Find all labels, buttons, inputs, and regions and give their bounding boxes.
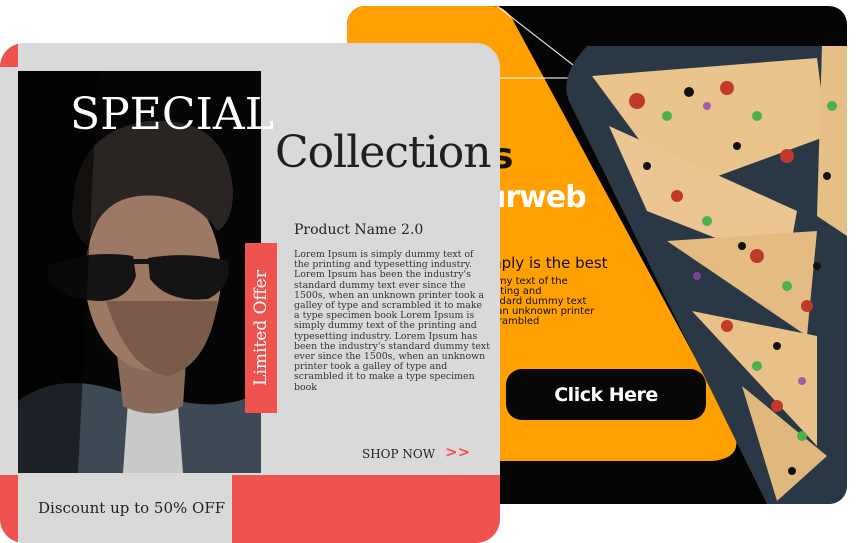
accent-strip-bottom-left	[0, 475, 18, 543]
banner-subtitle-partial: urweb	[485, 180, 587, 215]
product-name: Product Name 2.0	[294, 222, 424, 238]
fashion-banner-card: SPECIAL Collection Limited Offer Product…	[0, 43, 500, 543]
discount-text: Discount up to 50% OFF	[38, 499, 226, 517]
banner-body-partial: mmy text of the rinting and andard dummy…	[487, 276, 595, 327]
shop-now-arrows[interactable]: >>	[445, 443, 470, 461]
accent-corner-top	[0, 43, 18, 67]
discount-box: Discount up to 50% OFF	[18, 475, 232, 543]
banner-tagline-partial: mply is the best	[487, 254, 608, 272]
click-here-button[interactable]: Click Here	[506, 369, 706, 420]
collection-heading: Collection	[275, 127, 492, 178]
shop-now-link[interactable]: SHOP NOW	[362, 447, 435, 461]
accent-strip-bottom-right	[232, 475, 500, 543]
limited-offer-badge: Limited Offer	[245, 243, 277, 413]
special-headline: SPECIAL	[70, 89, 274, 140]
product-description: Lorem Ipsum is simply dummy text of the …	[294, 249, 490, 393]
limited-offer-label: Limited Offer	[251, 270, 271, 386]
